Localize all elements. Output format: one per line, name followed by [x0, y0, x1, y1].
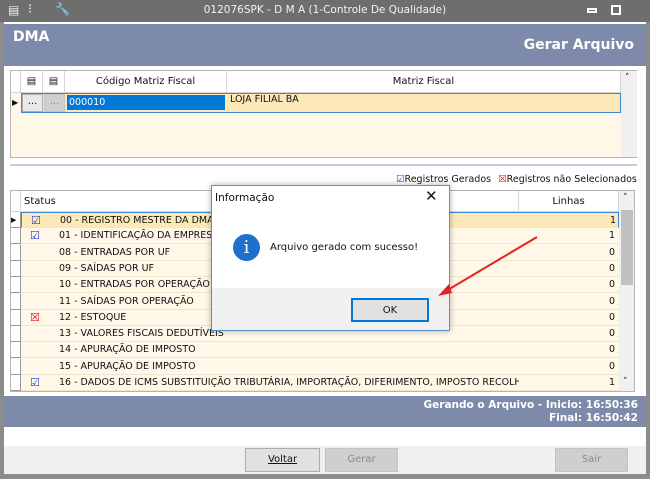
arrow-head [438, 284, 452, 296]
annotation-arrow [438, 236, 538, 296]
arrow-line [445, 236, 538, 292]
